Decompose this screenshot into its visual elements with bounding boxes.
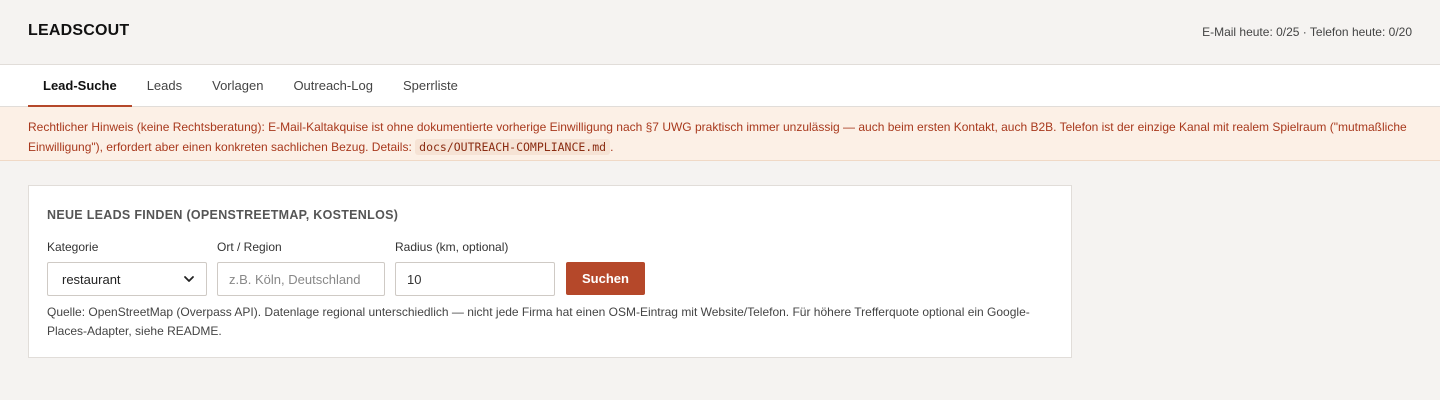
app-header: LEADSCOUT E-Mail heute: 0/25 · Telefon h… bbox=[0, 0, 1440, 65]
location-field: Ort / Region bbox=[217, 240, 385, 296]
radius-field: Radius (km, optional) bbox=[395, 240, 555, 296]
location-label: Ort / Region bbox=[217, 240, 282, 254]
legal-notice: Rechtlicher Hinweis (keine Rechtsberatun… bbox=[0, 107, 1440, 161]
tab-leads[interactable]: Leads bbox=[132, 65, 197, 107]
tab-lead-suche[interactable]: Lead-Suche bbox=[28, 65, 132, 107]
main-tabs: Lead-Suche Leads Vorlagen Outreach-Log S… bbox=[0, 65, 1440, 107]
lead-search-card: NEUE LEADS FINDEN (OPENSTREETMAP, KOSTEN… bbox=[28, 185, 1072, 358]
legal-notice-suffix: . bbox=[610, 140, 614, 154]
search-button[interactable]: Suchen bbox=[566, 262, 645, 295]
category-label: Kategorie bbox=[47, 240, 99, 254]
compliance-doc-path: docs/OUTREACH-COMPLIANCE.md bbox=[415, 139, 611, 155]
daily-quota: E-Mail heute: 0/25 · Telefon heute: 0/20 bbox=[1202, 25, 1412, 39]
location-input[interactable] bbox=[217, 262, 385, 296]
category-field: Kategorie restaurant bbox=[47, 240, 207, 296]
radius-label: Radius (km, optional) bbox=[395, 240, 509, 254]
source-note: Quelle: OpenStreetMap (Overpass API). Da… bbox=[47, 305, 1030, 338]
tab-sperrliste[interactable]: Sperrliste bbox=[388, 65, 473, 107]
category-select[interactable]: restaurant bbox=[47, 262, 207, 296]
legal-notice-text: Rechtlicher Hinweis (keine Rechtsberatun… bbox=[28, 120, 1407, 154]
card-title: NEUE LEADS FINDEN (OPENSTREETMAP, KOSTEN… bbox=[47, 208, 399, 222]
tab-vorlagen[interactable]: Vorlagen bbox=[197, 65, 278, 107]
radius-input[interactable] bbox=[395, 262, 555, 296]
search-form: Kategorie restaurant Ort / Region Radius… bbox=[47, 240, 1053, 296]
chevron-down-icon bbox=[184, 276, 194, 282]
app-title: LEADSCOUT bbox=[28, 22, 130, 39]
category-selected-value: restaurant bbox=[62, 271, 121, 287]
tab-outreach-log[interactable]: Outreach-Log bbox=[278, 65, 388, 107]
